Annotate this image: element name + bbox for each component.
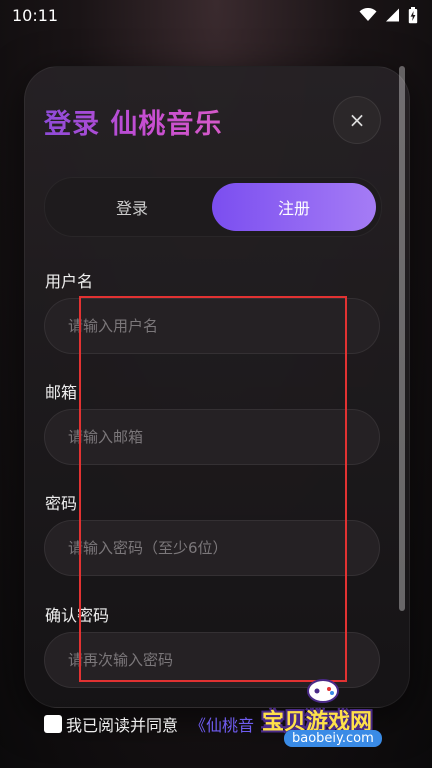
auth-tabs: 登录 注册 [44,177,382,237]
password-label: 密码 [45,494,78,513]
dialog-title: 登录 仙桃音乐 [44,102,222,141]
wifi-icon [359,8,377,21]
agreement-text: 我已阅读并同意 [66,716,179,735]
watermark-url: baobeiy.com [284,730,382,747]
tab-register[interactable]: 注册 [212,183,376,231]
email-input[interactable] [44,409,380,465]
status-bar: 10:11 [0,0,432,30]
agreement-row: 我已阅读并同意 《仙桃音 [44,712,254,736]
signal-icon [386,8,399,22]
status-icons [359,6,418,24]
agreement-checkbox[interactable] [44,715,62,733]
battery-charging-icon [408,6,418,23]
gamepad-icon [307,679,339,703]
close-button[interactable]: × [333,96,381,144]
agreement-link[interactable]: 《仙桃音 [190,712,254,736]
close-icon: × [348,108,366,132]
status-time: 10:11 [12,5,59,25]
scrollbar[interactable] [399,66,405,611]
username-input[interactable] [44,298,380,354]
watermark: 宝贝游戏网 baobeiy.com [262,676,422,747]
tab-login[interactable]: 登录 [50,183,214,231]
confirm-password-label: 确认密码 [45,606,110,625]
password-input[interactable] [44,520,380,576]
username-label: 用户名 [45,272,94,291]
email-label: 邮箱 [45,383,78,402]
